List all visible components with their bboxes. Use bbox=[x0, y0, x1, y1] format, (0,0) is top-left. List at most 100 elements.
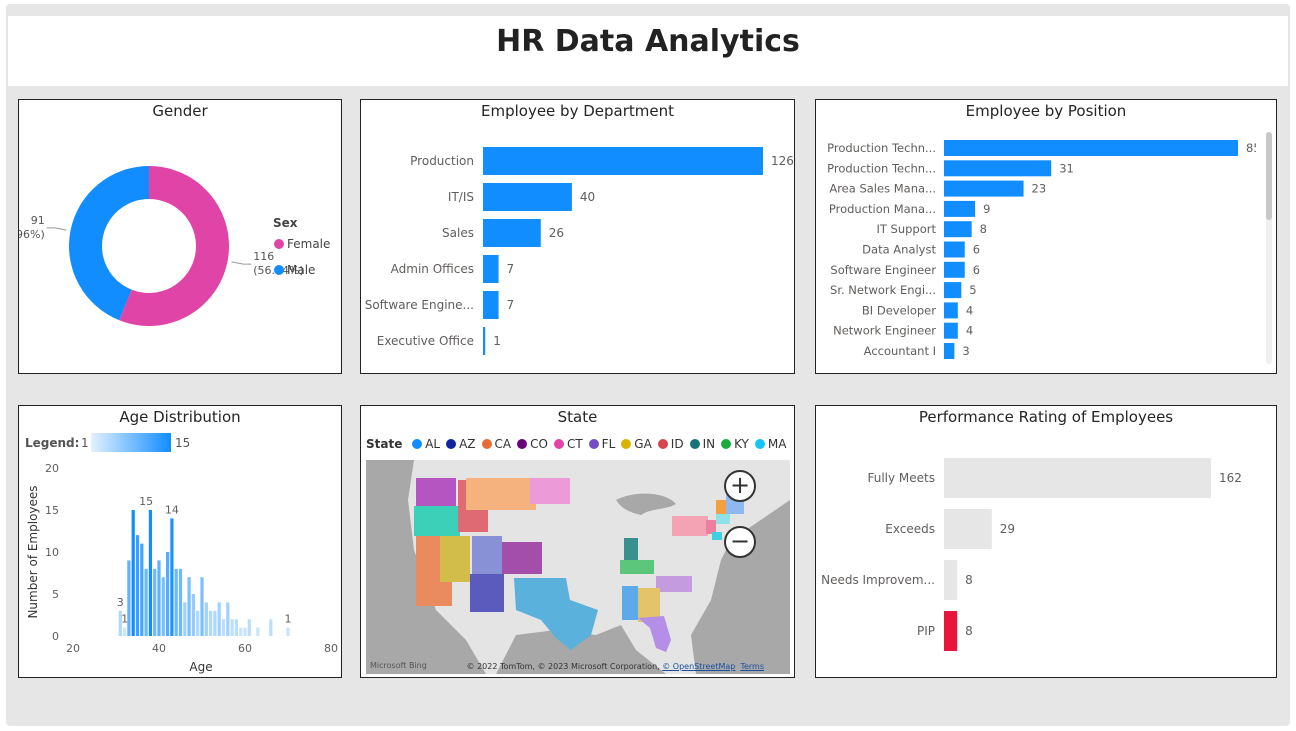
age-data-label: 1 bbox=[285, 613, 292, 626]
data-label: 3 bbox=[962, 344, 969, 358]
donut-percent-label: (43.96%) bbox=[19, 228, 45, 241]
state-legend-item-fl[interactable]: FL bbox=[588, 437, 616, 451]
map-state-mt bbox=[466, 478, 536, 510]
y-tick-label: 5 bbox=[52, 588, 59, 601]
category-label: IT/IS bbox=[448, 190, 474, 204]
performance-bar-chart[interactable]: Fully Meets 162 Exceeds 29 Needs Improvem...… bbox=[816, 406, 1276, 677]
bar bbox=[483, 255, 499, 283]
state-legend-item-al[interactable]: AL bbox=[412, 437, 440, 451]
data-label: 6 bbox=[973, 263, 980, 277]
age-bar bbox=[178, 568, 183, 636]
state-legend-item-in[interactable]: IN bbox=[689, 437, 715, 451]
age-data-label: 3 bbox=[117, 596, 124, 609]
data-label: 8 bbox=[965, 624, 973, 638]
category-label: Software Engine... bbox=[365, 298, 474, 312]
gender-donut-chart[interactable]: 116(56.04%)91(43.96%)SexFemaleMale bbox=[19, 100, 341, 373]
age-bar bbox=[221, 619, 226, 636]
age-bar bbox=[140, 543, 144, 636]
donut-leader-line bbox=[46, 227, 67, 231]
state-legend: State ALAZCACOCTFLGAIDINKYMA ▶ bbox=[366, 437, 794, 451]
state-legend-item-ct[interactable]: CT bbox=[553, 437, 583, 451]
state-legend-title: State bbox=[366, 437, 403, 451]
position-bar-chart[interactable]: Production Techn...85Production Techn...… bbox=[816, 100, 1256, 373]
bar bbox=[944, 343, 955, 359]
state-panel[interactable]: State State ALAZCACOCTFLGAIDINKYMA ▶ bbox=[360, 405, 795, 678]
age-bar bbox=[122, 627, 127, 636]
bar bbox=[944, 322, 958, 339]
legend-label-female: Female bbox=[287, 237, 330, 251]
map-zoom-in-button[interactable]: + bbox=[724, 470, 756, 502]
state-legend-item-co[interactable]: CO bbox=[517, 437, 548, 451]
bar bbox=[944, 200, 976, 217]
bar bbox=[483, 291, 499, 319]
legend-dot-icon bbox=[412, 439, 423, 449]
data-label: 26 bbox=[549, 226, 564, 240]
age-bar bbox=[239, 627, 243, 636]
data-label: 9 bbox=[983, 202, 990, 216]
map-state-co bbox=[502, 542, 542, 574]
category-label: IT Support bbox=[876, 222, 936, 236]
age-panel[interactable]: Age Distribution Legend: 1 15 0 5 10 15 20 20 40 6… bbox=[18, 405, 342, 678]
map-attribution: © 2022 TomTom, © 2023 Microsoft Corporat… bbox=[467, 662, 764, 671]
donut-leader-line bbox=[231, 261, 252, 265]
age-data-label: 1 bbox=[121, 613, 128, 626]
department-bar-chart[interactable]: Production 126 IT/IS 40 Sales 26 Admin Offices… bbox=[361, 100, 794, 373]
map-state-ny bbox=[672, 516, 708, 536]
performance-panel[interactable]: Performance Rating of Employees Fully Me… bbox=[815, 405, 1277, 678]
bar bbox=[483, 147, 763, 175]
donut-value-label: 91 bbox=[31, 214, 45, 227]
age-data-label: 15 bbox=[139, 495, 153, 508]
age-bar bbox=[148, 510, 153, 636]
department-panel[interactable]: Employee by Department Production 126 IT/I… bbox=[360, 99, 795, 374]
state-legend-item-ky[interactable]: KY bbox=[721, 437, 749, 451]
y-tick-label: 0 bbox=[52, 630, 59, 643]
osm-link[interactable]: © OpenStreetMap bbox=[662, 662, 735, 671]
bar bbox=[944, 180, 1024, 197]
y-tick-label: 10 bbox=[45, 546, 59, 559]
legend-dot-icon bbox=[481, 439, 492, 449]
legend-title: Sex bbox=[273, 216, 298, 230]
state-legend-label: MA bbox=[767, 437, 787, 451]
state-legend-item-ca[interactable]: CA bbox=[481, 437, 511, 451]
data-label: 7 bbox=[507, 298, 515, 312]
legend-dot-icon bbox=[588, 439, 599, 449]
age-histogram[interactable]: Legend: 1 150510152020 40 60 80AgeNumber of E… bbox=[19, 406, 341, 677]
state-legend-item-az[interactable]: AZ bbox=[446, 437, 476, 451]
bar bbox=[944, 160, 1052, 177]
state-legend-item-id[interactable]: ID bbox=[657, 437, 684, 451]
position-panel[interactable]: Employee by Position Production Techn...… bbox=[815, 99, 1277, 374]
category-label: Area Sales Mana... bbox=[829, 182, 936, 196]
data-label: 6 bbox=[973, 243, 980, 257]
category-label: Fully Meets bbox=[867, 471, 935, 485]
data-label: 8 bbox=[965, 573, 973, 587]
category-label: Data Analyst bbox=[862, 243, 936, 257]
state-legend-item-ga[interactable]: GA bbox=[621, 437, 652, 451]
bar bbox=[483, 327, 486, 355]
legend-dot-icon bbox=[517, 439, 528, 449]
map-zoom-out-button[interactable]: − bbox=[724, 526, 756, 558]
category-label: Accountant I bbox=[864, 344, 936, 358]
state-legend-item-ma[interactable]: MA bbox=[754, 437, 787, 451]
state-legend-label: FL bbox=[601, 437, 616, 451]
us-map[interactable]: + − Microsoft Bing © 2022 TomTom, © 2023… bbox=[366, 460, 790, 674]
gender-panel[interactable]: Gender 116(56.04%)91(43.96%)SexFemaleMal… bbox=[18, 99, 342, 374]
legend-dot-icon bbox=[446, 439, 457, 449]
bar bbox=[944, 509, 992, 549]
age-bar bbox=[234, 619, 239, 636]
age-bar bbox=[191, 594, 196, 636]
state-legend-label: CO bbox=[530, 437, 548, 451]
age-bar bbox=[187, 577, 191, 636]
position-scrollbar-thumb[interactable] bbox=[1266, 132, 1272, 220]
map-state-ct bbox=[706, 520, 716, 534]
data-label: 85 bbox=[1246, 141, 1256, 155]
age-data-label: 14 bbox=[165, 503, 179, 516]
map-state-nv bbox=[440, 536, 470, 582]
page-title: HR Data Analytics bbox=[496, 24, 800, 59]
terms-link[interactable]: Terms bbox=[740, 662, 764, 671]
data-label: 40 bbox=[580, 190, 595, 204]
map-state-ut bbox=[472, 536, 502, 574]
age-bar bbox=[213, 610, 217, 636]
data-label: 23 bbox=[1032, 182, 1047, 196]
map-state-az bbox=[470, 574, 504, 612]
age-bar bbox=[217, 602, 221, 636]
